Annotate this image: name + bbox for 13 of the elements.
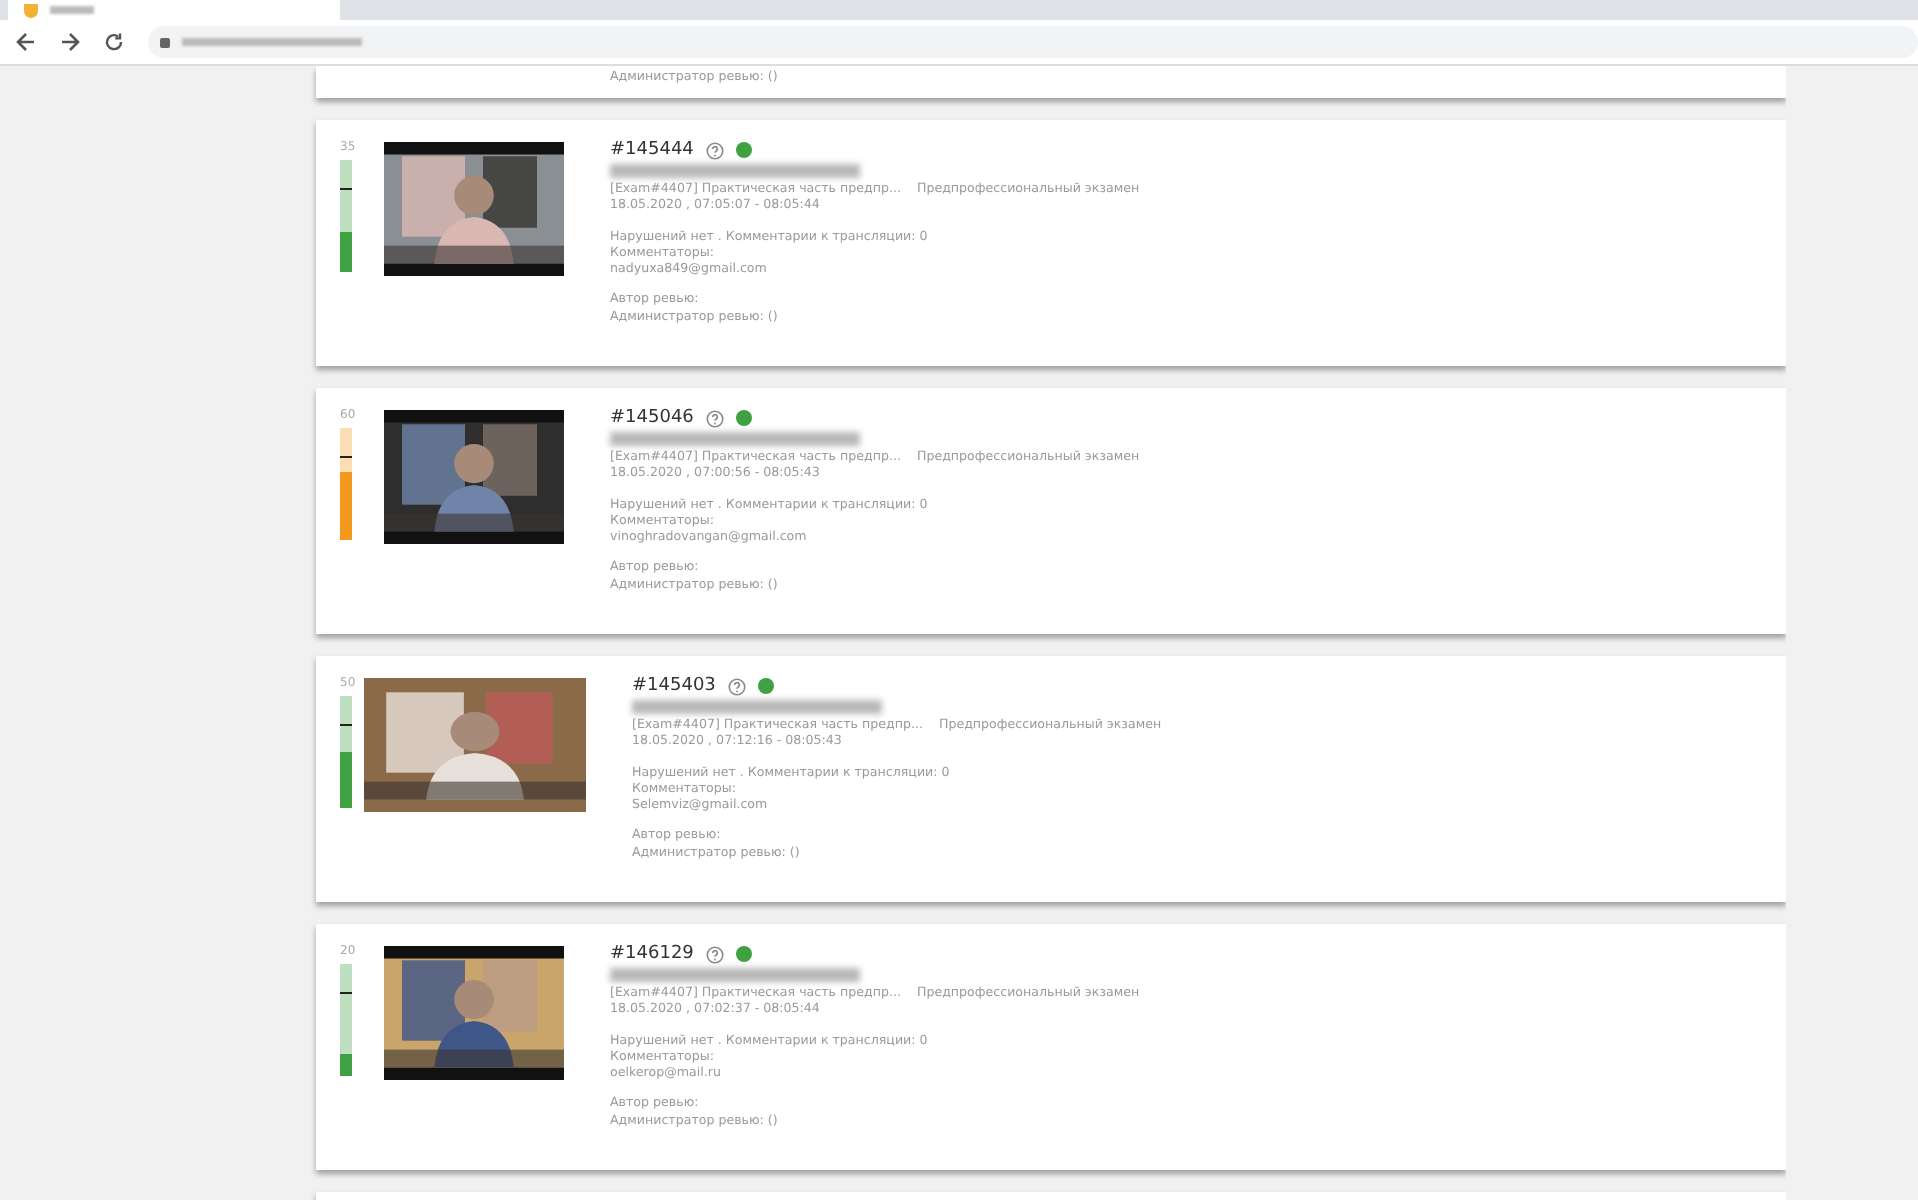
help-icon[interactable] [705, 945, 724, 963]
session-id[interactable]: #145046 [610, 408, 694, 428]
session-id[interactable]: #145444 [610, 140, 694, 160]
forward-icon[interactable] [60, 32, 80, 52]
session-id[interactable]: #145403 [632, 676, 716, 696]
reload-icon[interactable] [104, 32, 124, 52]
back-icon[interactable] [16, 32, 36, 52]
shield-icon [24, 3, 38, 17]
redacted-tab-title [50, 6, 94, 14]
help-icon[interactable] [727, 677, 746, 695]
session-id[interactable]: #146129 [610, 944, 694, 964]
help-icon[interactable] [705, 409, 724, 427]
help-icon[interactable] [705, 141, 724, 159]
